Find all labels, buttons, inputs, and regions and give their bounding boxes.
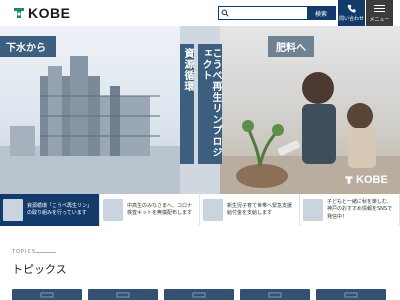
news-thumbnail [203,199,223,221]
hero-vertical-title: 資源循環 こうべ再生リンプロジェクト [180,44,222,164]
search-button[interactable]: 検索 [307,7,335,19]
logo-text: KOBE [28,5,71,21]
hamburger-icon [374,3,385,14]
news-item[interactable]: 中高生のみなさまへ、コロナ検査キットを無償配布します [100,194,200,226]
kobe-logo-icon [345,176,353,184]
contact-button[interactable]: 問い合わせ [338,0,365,26]
hero-banner[interactable]: 下水から 肥料へ 資源循環 こうべ再生リンプロジェクト KOBE [0,26,400,194]
topics-title: トピックス [12,263,67,276]
news-item[interactable]: 子どもと一緒に秋を楽しむ、神戸のおすすめ情報をSNSで発信中！ [300,194,400,226]
kobe-logo-icon [14,8,24,18]
news-text: 資源循環「こうべ再生リン」の取り組みを行っています [27,202,93,217]
topic-card[interactable] [12,289,82,300]
news-thumbnail [3,199,23,221]
hero-brand-mark: KOBE [344,174,388,186]
site-header: KOBE 検索 問い合わせ メニュー [0,0,400,26]
topic-icon [192,292,206,297]
search-input[interactable] [231,7,307,19]
topic-card[interactable] [164,289,234,300]
menu-label: メニュー [369,16,390,23]
search-box: 検索 [218,6,336,20]
topic-icon [268,292,282,297]
topics-cards [12,289,400,300]
hero-brand-text: KOBE [356,174,388,186]
news-thumbnail [103,199,123,221]
news-carousel: 資源循環「こうべ再生リン」の取り組みを行っています 中高生のみなさまへ、コロナ検… [0,194,400,226]
topic-card[interactable] [316,289,386,300]
news-text: 中高生のみなさまへ、コロナ検査キットを無償配布します [127,202,193,217]
search-icon [219,7,231,19]
topics-label: TOPICS [12,249,37,255]
topic-card[interactable] [88,289,158,300]
news-text: 子どもと一緒に秋を楽しむ、神戸のおすすめ情報をSNSで発信中！ [327,198,393,220]
hero-tag-left: 下水から [0,36,56,57]
news-text: 新生児子育て世帯へ緊急支援給付金を支給します [227,202,293,217]
hero-vertical-text-1: 資源循環 [180,44,194,164]
news-item[interactable]: 資源循環「こうべ再生リン」の取り組みを行っています [0,194,100,226]
hero-vertical-text-2: こうべ再生リンプロジェクト [198,44,222,164]
topic-icon [116,292,130,297]
site-logo[interactable]: KOBE [12,5,70,21]
topic-card[interactable] [240,289,310,300]
contact-label: 問い合わせ [338,16,364,22]
phone-icon [347,4,356,13]
topics-divider [36,252,56,253]
topic-icon [40,292,54,297]
hero-tag-right: 肥料へ [268,36,314,57]
news-thumbnail [303,199,323,221]
news-item[interactable]: 新生児子育て世帯へ緊急支援給付金を支給します [200,194,300,226]
menu-button[interactable]: メニュー [366,0,393,26]
topic-icon [344,292,358,297]
